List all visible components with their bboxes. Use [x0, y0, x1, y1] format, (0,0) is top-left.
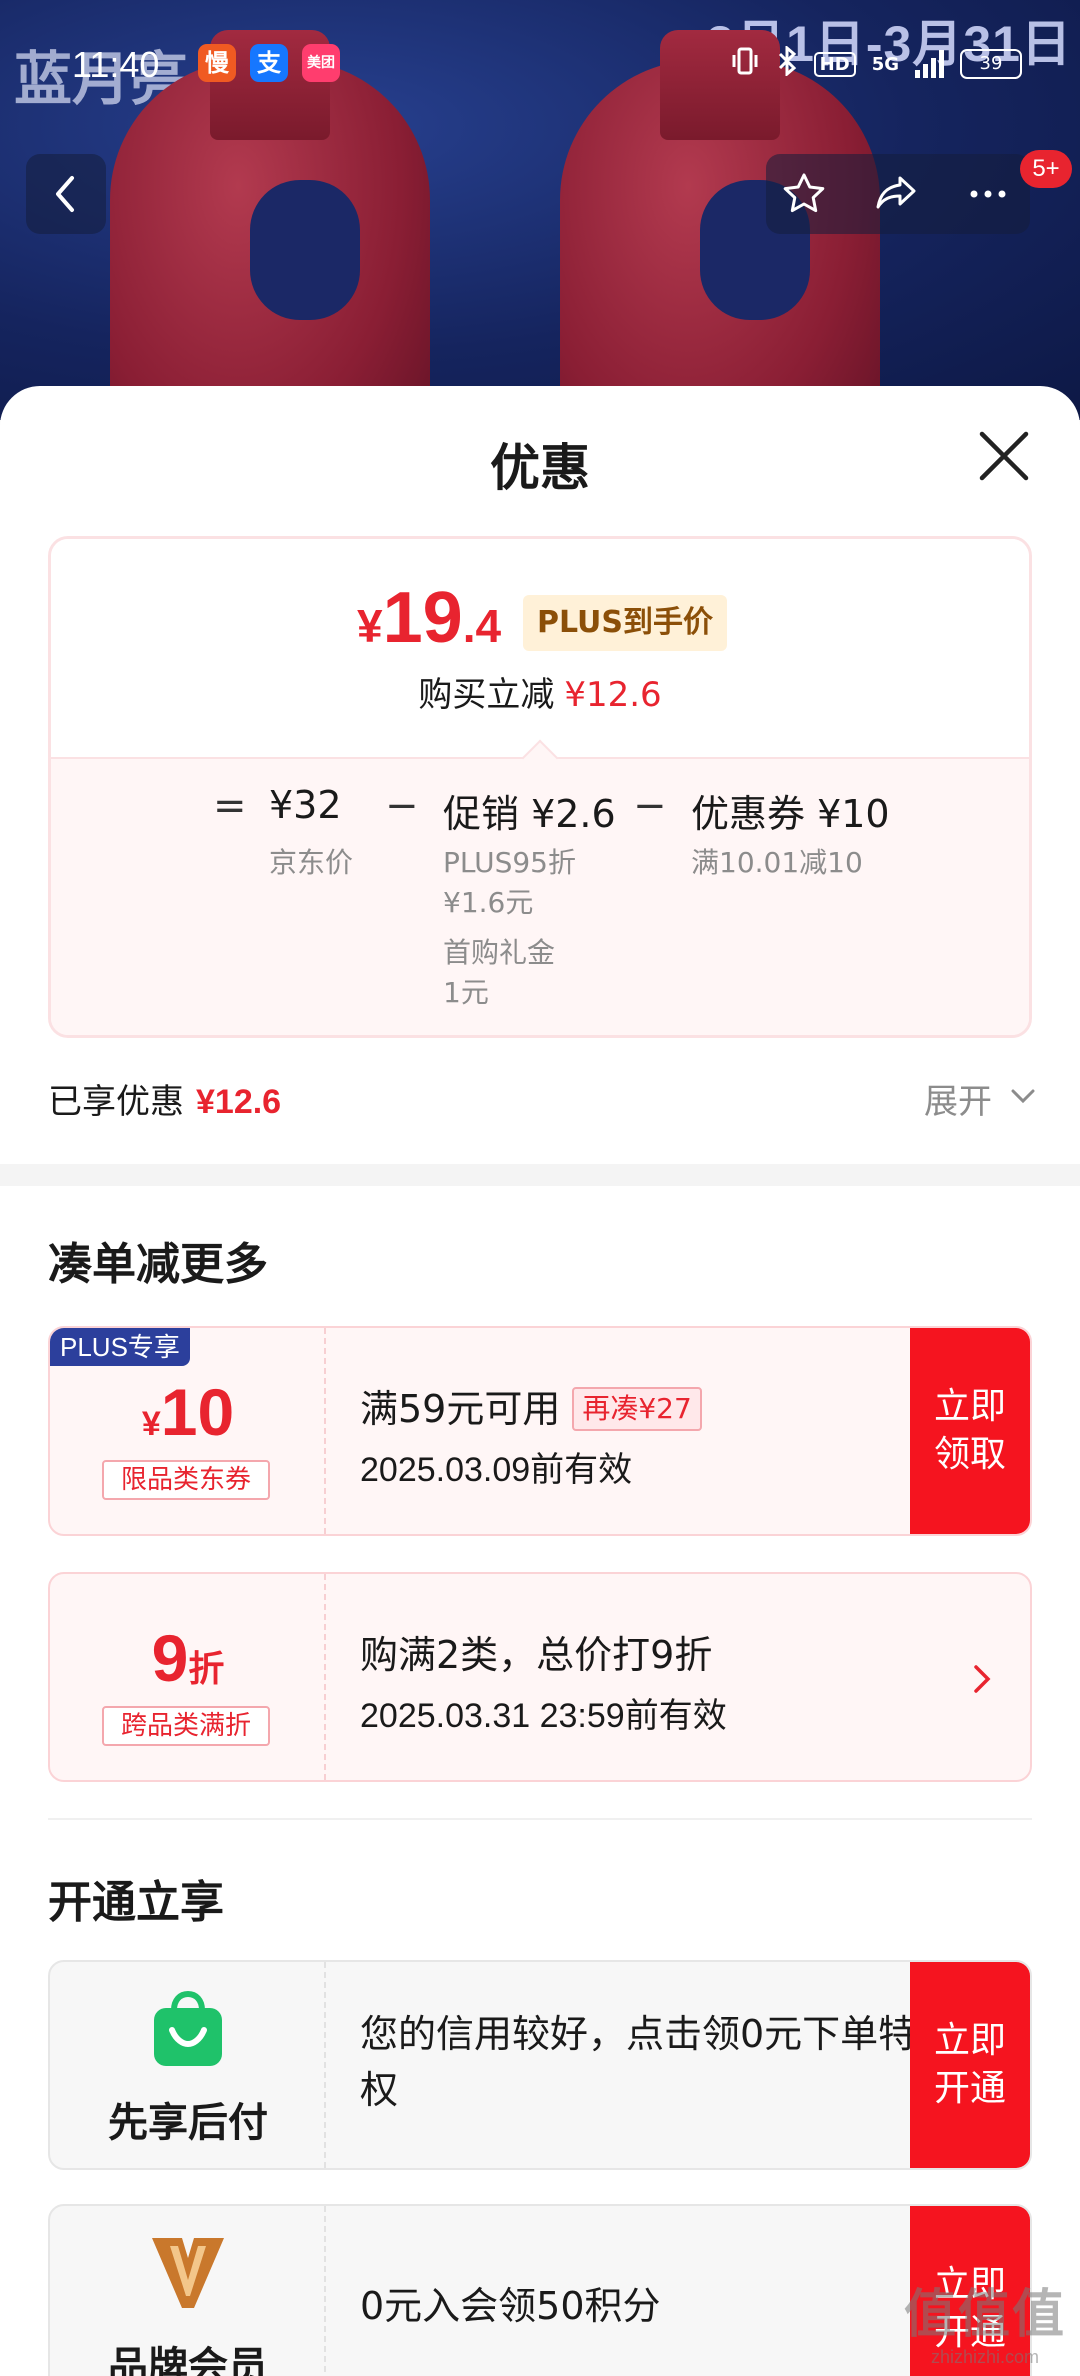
open-pay-later-button[interactable]: 立即开通: [910, 1962, 1030, 2168]
vibrate-icon: [730, 46, 760, 82]
product-bottle-left: [110, 30, 430, 420]
service-desc-brand-member: 0元入会领50积分: [360, 2284, 661, 2328]
close-button[interactable]: [976, 428, 1032, 484]
sheet-title: 优惠: [490, 439, 590, 497]
share-button[interactable]: [872, 170, 920, 218]
notification-app-icon: 慢: [198, 44, 236, 82]
service-card-pay-later: 先享后付 您的信用较好，点击领0元下单特权 立即开通: [48, 1960, 1032, 2170]
nav-actions-group: [766, 154, 1030, 234]
section-title-open: 开通立享: [48, 1877, 224, 1928]
promo-plus-amount: ¥1.6元: [443, 886, 534, 919]
product-bottle-right: [560, 30, 880, 420]
coupon-category: 限品类东券: [102, 1460, 270, 1500]
service-name-brand-member: 品牌会员: [108, 2344, 268, 2376]
discount-category: 跨品类满折: [102, 1706, 270, 1746]
coupon-condition: 满10.01减10: [691, 846, 863, 879]
coupon-condition: 满59元可用 再凑¥27: [360, 1378, 702, 1433]
coupon-amount: 优惠券 ¥10: [691, 792, 890, 836]
more-button[interactable]: [964, 170, 1012, 218]
signal-icon: [915, 50, 944, 78]
meituan-app-icon: 美团: [302, 44, 340, 82]
section-separator: [48, 1818, 1032, 1820]
minus-sign-2: −: [633, 783, 667, 829]
coupon-card-plus: PLUS专享 ¥10 限品类东券 满59元可用 再凑¥27 2025.03.09前…: [48, 1326, 1032, 1536]
promo-first-buy-gift: 首购礼金: [443, 936, 556, 969]
section-divider: [0, 1164, 1080, 1186]
status-bar: 11:40 慢 支 美团 HD 5G 39: [0, 28, 1080, 100]
section-title-more: 凑单减更多: [48, 1239, 268, 1290]
service-desc-pay-later: 您的信用较好，点击领0元下单特权: [360, 2012, 917, 2112]
hd-icon: HD: [813, 51, 856, 77]
more-icon: [970, 190, 1006, 198]
discount-sheet: 优惠 ¥19.4 PLUS到手价 购买立减 ¥12.6 = ¥32 京东价 − 促…: [0, 386, 1080, 2376]
jd-price-label: 京东价: [269, 846, 354, 879]
coupon-card-discount[interactable]: 9折 跨品类满折 购满2类，总价打9折 2025.03.31 23:59前有效: [48, 1572, 1032, 1782]
battery-icon: 39: [960, 49, 1022, 79]
discount-value: 9折: [151, 1621, 225, 1695]
discount-condition: 购满2类，总价打9折: [360, 1633, 713, 1677]
expand-button[interactable]: 展开: [924, 1074, 1035, 1123]
claim-coupon-button[interactable]: 立即领取: [910, 1328, 1030, 1534]
final-price: ¥19.4: [357, 578, 502, 658]
network-label: 5G: [871, 53, 899, 75]
site-watermark: 值值值 zhizhizhi.com: [903, 2285, 1066, 2367]
chevron-down-icon: [1011, 1089, 1035, 1104]
coupon-expiry: 2025.03.09前有效: [360, 1451, 633, 1489]
share-icon: [876, 176, 916, 209]
back-button[interactable]: [26, 154, 106, 234]
enjoyed-discount: 已享优惠 ¥12.6: [48, 1082, 282, 1122]
price-calculation: = ¥32 京东价 − 促销 ¥2.6 PLUS95折 ¥1.6元 首购礼金 1…: [51, 757, 1029, 1035]
promo-amount: 促销 ¥2.6: [443, 792, 616, 836]
chevron-right-icon: [974, 1665, 991, 1693]
plus-price-tag: PLUS到手价: [523, 595, 728, 651]
plus-exclusive-label: PLUS专享: [50, 1328, 190, 1366]
purchase-reduction: 购买立减 ¥12.6: [418, 675, 662, 715]
close-icon: [979, 431, 1029, 481]
alipay-app-icon: 支: [250, 44, 288, 82]
promo-first-buy-amount: 1元: [443, 976, 489, 1009]
brand-v-icon: [150, 2234, 226, 2312]
service-card-brand-member: 品牌会员 0元入会领50积分 立即开通: [48, 2204, 1032, 2376]
price-breakdown-card: ¥19.4 PLUS到手价 购买立减 ¥12.6 = ¥32 京东价 − 促销 ¥…: [48, 536, 1032, 1038]
service-name-pay-later: 先享后付: [108, 2100, 268, 2146]
minus-sign: −: [385, 783, 419, 829]
status-time: 11:40: [72, 44, 160, 85]
back-icon: [56, 176, 74, 212]
cart-count-badge: 5+: [1020, 150, 1072, 188]
add-more-tag: 再凑¥27: [572, 1387, 702, 1431]
discount-expiry: 2025.03.31 23:59前有效: [360, 1697, 727, 1735]
coupon-value: ¥10: [141, 1375, 235, 1449]
star-icon: [783, 173, 825, 213]
jd-price: ¥32: [269, 783, 342, 827]
shopping-bag-icon: [150, 1990, 226, 2068]
favorite-button[interactable]: [780, 170, 828, 218]
promo-plus-discount: PLUS95折: [443, 846, 576, 879]
bluetooth-icon: [776, 44, 798, 82]
equals-sign: =: [213, 783, 247, 829]
